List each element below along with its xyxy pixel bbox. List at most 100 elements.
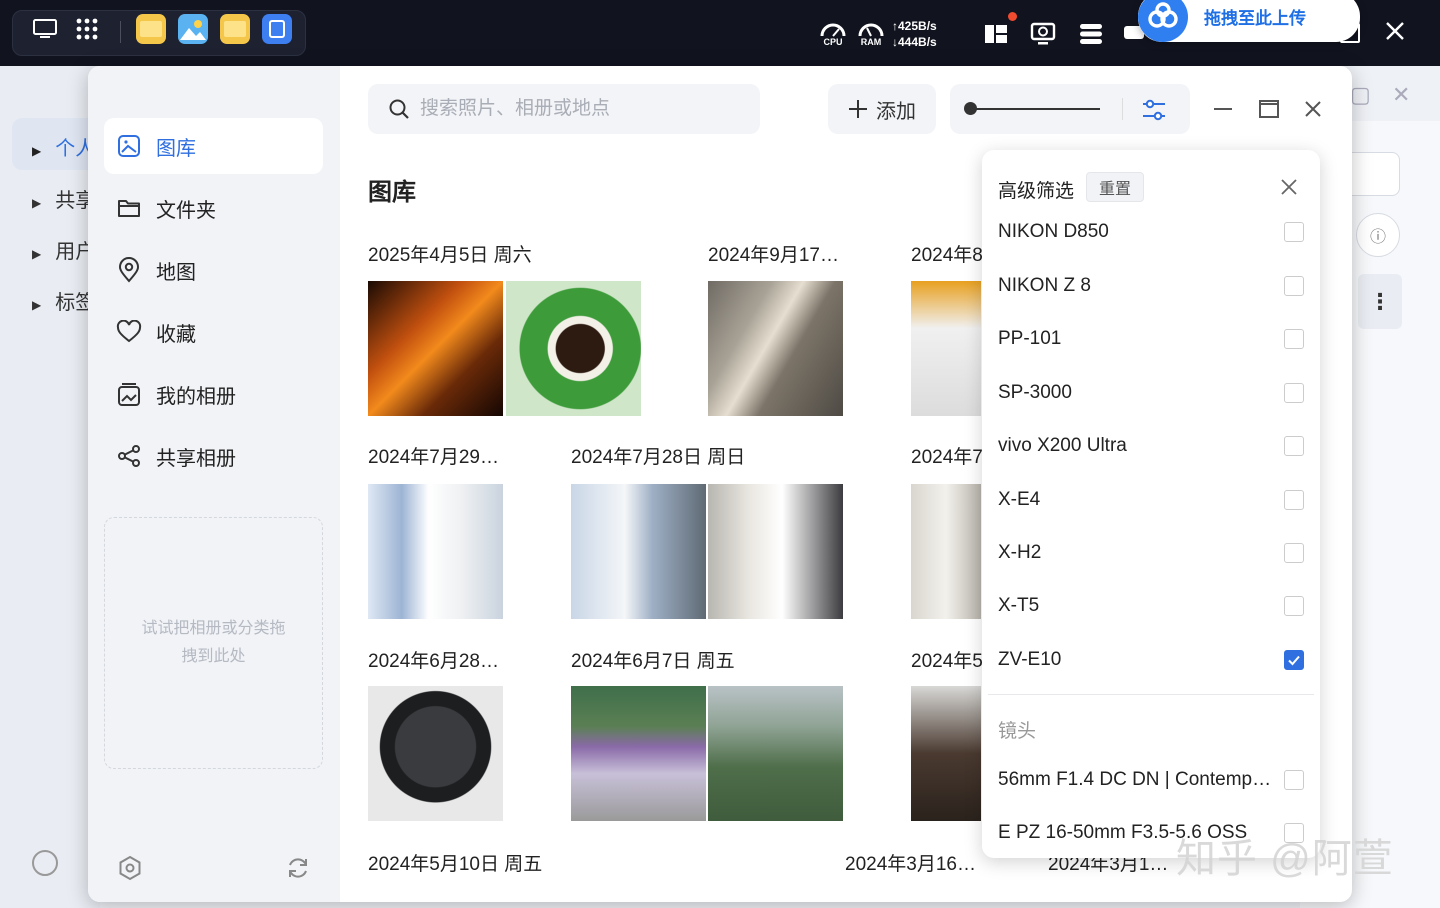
add-button-label: 添加 <box>876 100 916 123</box>
bg-sidebar-item-tags[interactable]: ▶ 标签 <box>32 286 95 315</box>
filter-option-camera[interactable]: ZV-E10 <box>998 640 1304 680</box>
date-heading: 2024年7 <box>911 447 983 468</box>
sidebar-item-label: 收藏 <box>156 323 196 346</box>
sidebar-item-gallery[interactable]: 图库 <box>104 118 323 174</box>
filter-option-label: X-H2 <box>998 542 1042 563</box>
checkbox[interactable] <box>1284 543 1304 563</box>
photo-thumbnail[interactable] <box>708 281 843 416</box>
desktop-icon[interactable] <box>30 14 60 44</box>
close-icon[interactable] <box>1384 18 1406 49</box>
photo-thumbnail[interactable] <box>911 686 981 821</box>
checkbox[interactable] <box>1284 222 1304 242</box>
date-heading: 2024年6月28… <box>368 651 499 672</box>
sidebar-item-shared-albums[interactable]: 共享相册 <box>104 428 323 484</box>
advanced-filter-panel: 高级筛选 重置 NIKON D850 NIKON Z 8 PP-101 SP-3… <box>982 150 1320 858</box>
dropzone-text: 试试把相册或分类拖拽到此处 <box>141 620 286 665</box>
filter-option-camera[interactable]: NIKON Z 8 <box>998 266 1304 306</box>
lens-section-title: 镜头 <box>998 721 1037 742</box>
net-up: 425B/s <box>898 19 937 33</box>
sidebar-item-label: 地图 <box>156 261 196 284</box>
storage-app-icon[interactable] <box>262 14 292 44</box>
sidebar-item-map[interactable]: 地图 <box>104 242 323 298</box>
sidebar-item-my-albums[interactable]: 我的相册 <box>104 366 323 422</box>
checkbox[interactable] <box>1284 276 1304 296</box>
file-manager-icon[interactable] <box>136 14 166 44</box>
bg-sidebar-item-shared[interactable]: ▶ 共享 <box>32 184 95 213</box>
filter-option-lens[interactable]: 56mm F1.4 DC DN | Contemp… <box>998 760 1304 800</box>
monitor-icon[interactable] <box>1028 16 1058 52</box>
checkbox[interactable] <box>1284 596 1304 616</box>
taskbar: CPU RAM ↑425B/s ↓444B/s 拖拽至此上传 <box>0 0 1440 66</box>
date-heading: 2024年9月17… <box>708 245 839 266</box>
filter-option-camera[interactable]: X-E4 <box>998 480 1304 520</box>
photo-thumbnail[interactable] <box>708 484 843 619</box>
bg-maximize-icon[interactable]: ▢ <box>1350 82 1371 108</box>
window-maximize-icon[interactable] <box>1256 96 1282 122</box>
settings-list-icon[interactable] <box>1076 16 1106 52</box>
info-icon[interactable]: ⓘ <box>1356 213 1400 257</box>
checkbox[interactable] <box>1284 770 1304 790</box>
filter-reset-button[interactable]: 重置 <box>1086 172 1144 202</box>
checkbox[interactable] <box>1284 383 1304 403</box>
zoom-slider-handle[interactable] <box>964 102 977 115</box>
zoom-control <box>950 84 1190 134</box>
upload-drop-target[interactable]: 拖拽至此上传 <box>1138 0 1360 42</box>
search-icon <box>388 98 410 120</box>
bg-sidebar-item-users[interactable]: ▶ 用户 <box>32 235 95 264</box>
checkbox[interactable] <box>1284 329 1304 349</box>
photo-thumbnail[interactable] <box>368 484 503 619</box>
minimize-icon[interactable] <box>1210 96 1236 122</box>
settings-icon[interactable] <box>116 854 144 882</box>
checkbox[interactable] <box>1284 490 1304 510</box>
photo-thumbnail[interactable] <box>506 281 641 416</box>
search-input[interactable] <box>420 98 740 120</box>
album-dropzone[interactable]: 试试把相册或分类拖拽到此处 <box>104 517 323 769</box>
window-close-icon[interactable] <box>1300 96 1326 122</box>
filter-option-camera[interactable]: X-T5 <box>998 586 1304 626</box>
date-heading: 2024年7月28日 周日 <box>571 447 746 468</box>
filter-option-camera[interactable]: PP-101 <box>998 319 1304 359</box>
filter-option-camera[interactable]: SP-3000 <box>998 373 1304 413</box>
photo-thumbnail[interactable] <box>911 484 981 619</box>
cpu-gauge[interactable]: CPU <box>818 16 848 52</box>
zoom-slider-track[interactable] <box>972 108 1100 110</box>
refresh-icon[interactable] <box>284 854 312 882</box>
folder-app-icon[interactable] <box>220 14 250 44</box>
search-box[interactable] <box>368 84 760 134</box>
page-title: 图库 <box>368 179 416 206</box>
filter-option-label: SP-3000 <box>998 382 1072 403</box>
photo-thumbnail[interactable] <box>571 484 706 619</box>
sidebar-item-folders[interactable]: 文件夹 <box>104 180 323 236</box>
maximize-icon[interactable] <box>1338 20 1362 46</box>
photo-thumbnail[interactable] <box>368 686 503 821</box>
photo-thumbnail[interactable] <box>911 281 981 416</box>
sidebar-item-favorites[interactable]: 收藏 <box>104 304 323 360</box>
filter-option-camera[interactable]: NIKON D850 <box>998 212 1304 252</box>
filter-option-camera[interactable]: vivo X200 Ultra <box>998 426 1304 466</box>
bg-close-icon[interactable]: ✕ <box>1392 82 1410 108</box>
checkbox[interactable] <box>1284 436 1304 456</box>
filter-sliders-icon[interactable] <box>1140 96 1168 124</box>
bg-triangle-icon: ▶ <box>32 298 42 312</box>
net-down: 444B/s <box>898 35 937 49</box>
heart-icon <box>116 319 142 345</box>
widgets-icon[interactable] <box>982 12 1017 52</box>
notification-dot <box>1008 12 1017 21</box>
more-icon[interactable]: ⋮ <box>1358 274 1402 329</box>
filter-option-camera[interactable]: X-H2 <box>998 533 1304 573</box>
app-grid-icon[interactable] <box>72 14 102 44</box>
photos-app-icon[interactable] <box>178 14 208 44</box>
bg-triangle-icon: ▶ <box>32 144 42 158</box>
photo-thumbnail[interactable] <box>571 686 706 821</box>
photo-thumbnail[interactable] <box>368 281 503 416</box>
add-button[interactable]: 添加 <box>828 84 936 134</box>
filter-close-icon[interactable] <box>1278 176 1300 198</box>
ram-gauge[interactable]: RAM <box>856 16 886 52</box>
sidebar-item-label: 共享相册 <box>156 447 236 470</box>
bg-settings-icon[interactable] <box>32 850 58 876</box>
checkbox-checked[interactable] <box>1284 650 1304 670</box>
date-heading: 2024年7月29… <box>368 447 499 468</box>
filter-option-label: X-E4 <box>998 489 1041 510</box>
photo-thumbnail[interactable] <box>708 686 843 821</box>
cpu-label: CPU <box>823 37 843 47</box>
